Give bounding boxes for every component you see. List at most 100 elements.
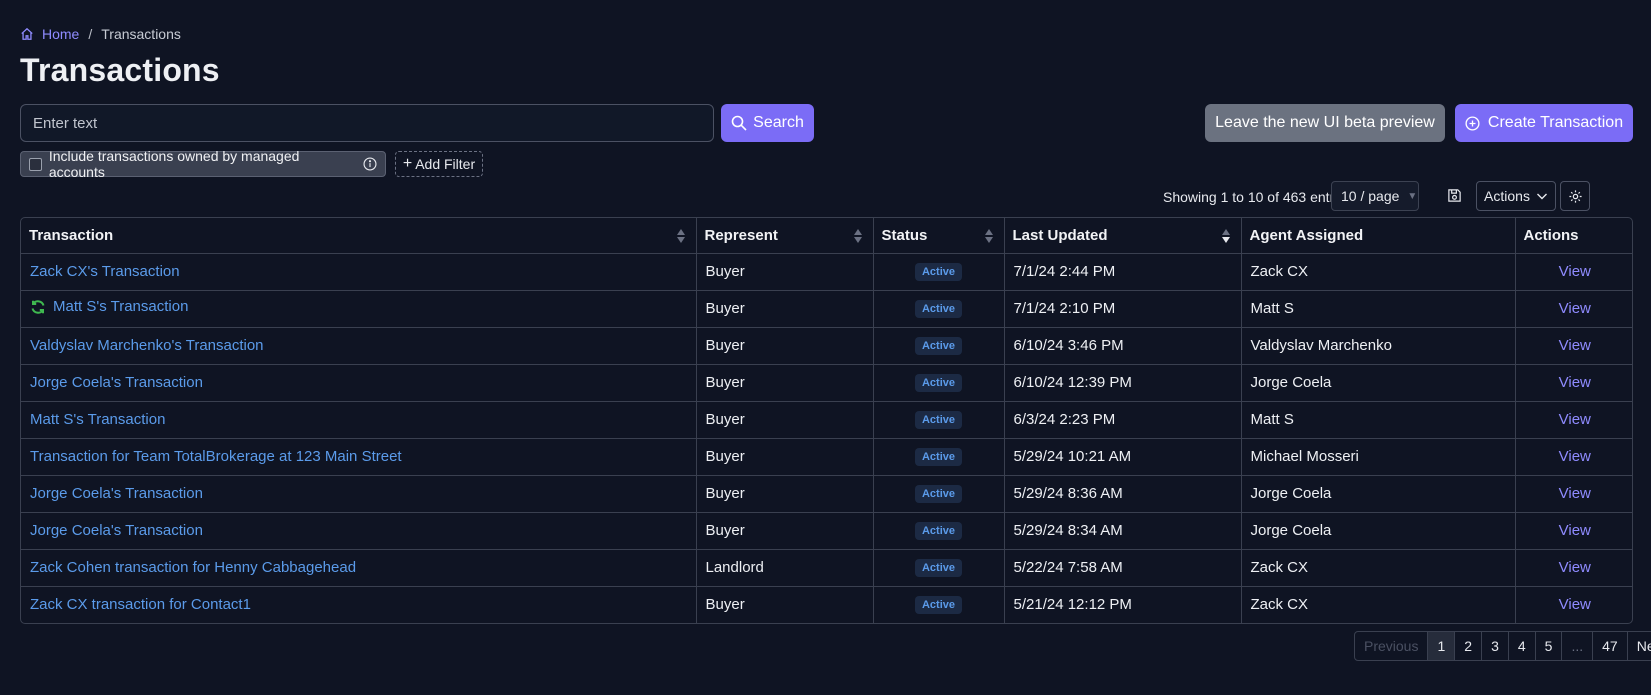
status-badge: Active: [914, 522, 963, 540]
cell-last-updated: 6/3/24 2:23 PM: [1004, 401, 1242, 439]
pagination-ellipsis: ...: [1562, 632, 1594, 660]
table-body: Zack CX's Transaction Buyer Active 7/1/24 2…: [21, 253, 1632, 623]
cell-agent-assigned: Zack CX: [1241, 549, 1516, 587]
breadcrumb-current: Transactions: [101, 26, 181, 42]
search-button-label: Search: [753, 114, 804, 131]
cell-actions: View: [1515, 253, 1632, 291]
plus-circle-icon: [1465, 115, 1480, 131]
table-row: Valdyslav Marchenko's Transaction Buyer Ac…: [21, 327, 1632, 365]
view-link[interactable]: View: [1559, 263, 1591, 280]
transaction-link[interactable]: Zack Cohen transaction for Henny Cabbage…: [30, 559, 356, 576]
status-badge: Active: [914, 263, 963, 281]
cell-actions: View: [1515, 549, 1632, 587]
transaction-link[interactable]: Jorge Coela's Transaction: [30, 485, 203, 502]
transaction-name: Zack CX transaction for Contact1: [30, 596, 251, 614]
cell-last-updated: 5/29/24 8:36 AM: [1004, 475, 1242, 513]
status-badge: Active: [914, 596, 963, 615]
pagination-next[interactable]: Next: [1628, 632, 1651, 660]
save-icon[interactable]: [1447, 188, 1462, 203]
cell-actions: View: [1515, 438, 1632, 476]
column-header-last-updated[interactable]: Last Updated: [1004, 218, 1242, 254]
managed-accounts-checkbox[interactable]: [29, 157, 42, 171]
cell-represent: Buyer: [696, 512, 874, 550]
add-filter-button[interactable]: + Add Filter: [395, 151, 483, 177]
search-icon: [731, 115, 747, 131]
view-link[interactable]: View: [1559, 374, 1591, 391]
cell-agent-assigned: Zack CX: [1241, 253, 1516, 291]
sort-icon[interactable]: [984, 228, 994, 244]
cell-last-updated: 7/1/24 2:10 PM: [1004, 290, 1242, 328]
column-header-represent[interactable]: Represent: [696, 218, 874, 254]
cell-represent: Buyer: [696, 438, 874, 476]
transaction-name: Jorge Coela's Transaction: [30, 522, 203, 539]
breadcrumb-home-link[interactable]: Home: [42, 26, 79, 42]
page-size-select[interactable]: 10 / page ▼: [1331, 181, 1419, 211]
info-icon[interactable]: [363, 157, 377, 171]
transaction-link[interactable]: Jorge Coela's Transaction: [30, 374, 203, 391]
pagination-page[interactable]: 4: [1509, 632, 1536, 660]
cell-transaction: Zack Cohen transaction for Henny Cabbage…: [21, 549, 697, 587]
managed-accounts-toggle[interactable]: Include transactions owned by managed ac…: [20, 148, 386, 180]
view-link[interactable]: View: [1559, 596, 1591, 613]
table-row: Jorge Coela's Transaction Buyer Active 5/29…: [21, 475, 1632, 513]
transaction-link[interactable]: Valdyslav Marchenko's Transaction: [30, 337, 264, 354]
cell-represent: Buyer: [696, 253, 874, 291]
table-row: Transaction for Team TotalBrokerage at 1…: [21, 438, 1632, 476]
view-link[interactable]: View: [1559, 559, 1591, 576]
cell-represent: Buyer: [696, 290, 874, 328]
sort-descending-icon[interactable]: [1221, 228, 1231, 244]
table-header-row: Transaction Represent Status Last Update…: [21, 218, 1632, 254]
cell-agent-assigned: Jorge Coela: [1241, 364, 1516, 402]
transaction-link[interactable]: Zack CX's Transaction: [30, 263, 180, 280]
pagination-page[interactable]: 3: [1482, 632, 1509, 660]
cell-transaction: Jorge Coela's Transaction: [21, 364, 697, 402]
cell-agent-assigned: Zack CX: [1241, 586, 1516, 623]
search-input[interactable]: [20, 104, 714, 142]
cell-actions: View: [1515, 512, 1632, 550]
cell-represent: Buyer: [696, 364, 874, 402]
pagination-page[interactable]: 5: [1536, 632, 1563, 660]
view-link[interactable]: View: [1559, 485, 1591, 502]
status-badge: Active: [914, 559, 963, 577]
transaction-name: Jorge Coela's Transaction: [30, 485, 203, 502]
transaction-link[interactable]: Matt S's Transaction: [30, 411, 165, 428]
transaction-link[interactable]: Zack CX transaction for Contact1: [30, 596, 251, 613]
transaction-link[interactable]: Matt S's Transaction: [30, 298, 188, 315]
actions-dropdown[interactable]: Actions: [1476, 181, 1556, 211]
table-row: Zack CX transaction for Contact1 Buyer Act…: [21, 586, 1632, 623]
view-link[interactable]: View: [1559, 337, 1591, 354]
transaction-name: Jorge Coela's Transaction: [30, 374, 203, 391]
cell-status: Active: [873, 327, 1005, 365]
transaction-link[interactable]: Jorge Coela's Transaction: [30, 522, 203, 539]
view-link[interactable]: View: [1559, 522, 1591, 539]
sort-icon[interactable]: [853, 228, 863, 244]
table-row: Zack CX's Transaction Buyer Active 7/1/24 2…: [21, 253, 1632, 291]
status-badge: Active: [914, 300, 963, 318]
cell-agent-assigned: Jorge Coela: [1241, 512, 1516, 550]
cell-transaction: Transaction for Team TotalBrokerage at 1…: [21, 438, 697, 476]
cell-last-updated: 5/29/24 10:21 AM: [1004, 438, 1242, 476]
pagination-page[interactable]: 2: [1455, 632, 1483, 660]
view-link[interactable]: View: [1559, 300, 1591, 317]
cell-represent: Buyer: [696, 475, 874, 513]
pagination-page[interactable]: 1: [1428, 632, 1456, 660]
create-transaction-button[interactable]: Create Transaction: [1455, 104, 1633, 142]
column-header-transaction[interactable]: Transaction: [21, 218, 697, 254]
pagination-page[interactable]: 47: [1593, 632, 1628, 660]
cell-status: Active: [873, 253, 1005, 291]
home-icon[interactable]: [20, 27, 34, 41]
view-link[interactable]: View: [1559, 448, 1591, 465]
page-title: Transactions: [20, 52, 220, 88]
sort-icon[interactable]: [676, 228, 686, 244]
cell-actions: View: [1515, 364, 1632, 402]
view-link[interactable]: View: [1559, 411, 1591, 428]
create-transaction-label: Create Transaction: [1487, 114, 1624, 131]
cell-status: Active: [873, 401, 1005, 439]
cell-agent-assigned: Michael Mosseri: [1241, 438, 1516, 476]
column-header-status[interactable]: Status: [873, 218, 1005, 254]
search-button[interactable]: Search: [721, 104, 814, 142]
table-settings-button[interactable]: [1560, 181, 1590, 211]
leave-beta-button[interactable]: Leave the new UI beta preview: [1205, 104, 1445, 142]
transaction-link[interactable]: Transaction for Team TotalBrokerage at 1…: [30, 448, 402, 465]
cell-last-updated: 5/21/24 12:12 PM: [1004, 586, 1242, 623]
